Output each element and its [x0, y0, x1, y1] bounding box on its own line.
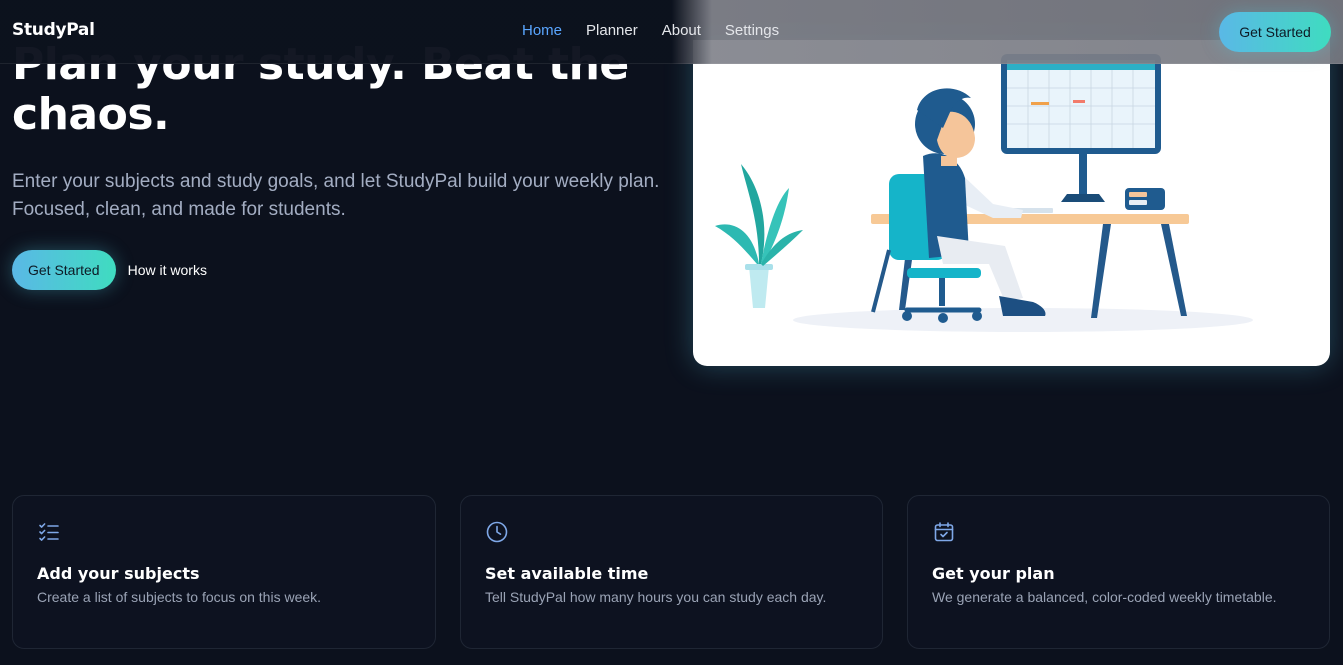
plant-illustration — [715, 164, 803, 308]
monitor-illustration — [1001, 54, 1161, 202]
hero-get-started-button[interactable]: Get Started — [12, 250, 116, 290]
hero-actions: Get Started How it works — [12, 250, 672, 290]
nav-link-about[interactable]: About — [662, 22, 701, 39]
feature-title: Set available time — [485, 564, 649, 583]
hero-illustration — [693, 40, 1330, 366]
nav-link-settings[interactable]: Settings — [725, 22, 779, 39]
feature-card-time: Set available time Tell StudyPal how man… — [460, 495, 883, 649]
hero-section: Plan your study. Beat the chaos. Enter y… — [12, 40, 672, 290]
features-section: Add your subjects Create a list of subje… — [12, 495, 1330, 649]
feature-description: We generate a balanced, color-coded week… — [932, 589, 1277, 605]
brand-logo[interactable]: StudyPal — [12, 20, 95, 40]
hero-subtitle: Enter your subjects and study goals, and… — [12, 171, 660, 220]
feature-description: Tell StudyPal how many hours you can stu… — [485, 589, 827, 605]
nav-get-started-button[interactable]: Get Started — [1219, 12, 1331, 52]
feature-title: Add your subjects — [37, 564, 200, 583]
calendar-check-icon — [934, 522, 954, 542]
feature-title: Get your plan — [932, 564, 1055, 583]
checklist-icon — [39, 523, 59, 541]
nav-link-planner[interactable]: Planner — [586, 22, 638, 39]
feature-card-subjects: Add your subjects Create a list of subje… — [12, 495, 436, 649]
top-navbar: StudyPal Home Planner About Settings Get… — [0, 0, 1343, 64]
clock-icon — [486, 521, 508, 543]
feature-description: Create a list of subjects to focus on th… — [37, 589, 322, 605]
main-nav: Home Planner About Settings — [522, 22, 779, 39]
student-desk-illustration — [715, 54, 1253, 332]
feature-card-plan: Get your plan We generate a balanced, co… — [907, 495, 1330, 649]
how-it-works-link[interactable]: How it works — [128, 262, 207, 278]
nav-link-home[interactable]: Home — [522, 22, 562, 39]
